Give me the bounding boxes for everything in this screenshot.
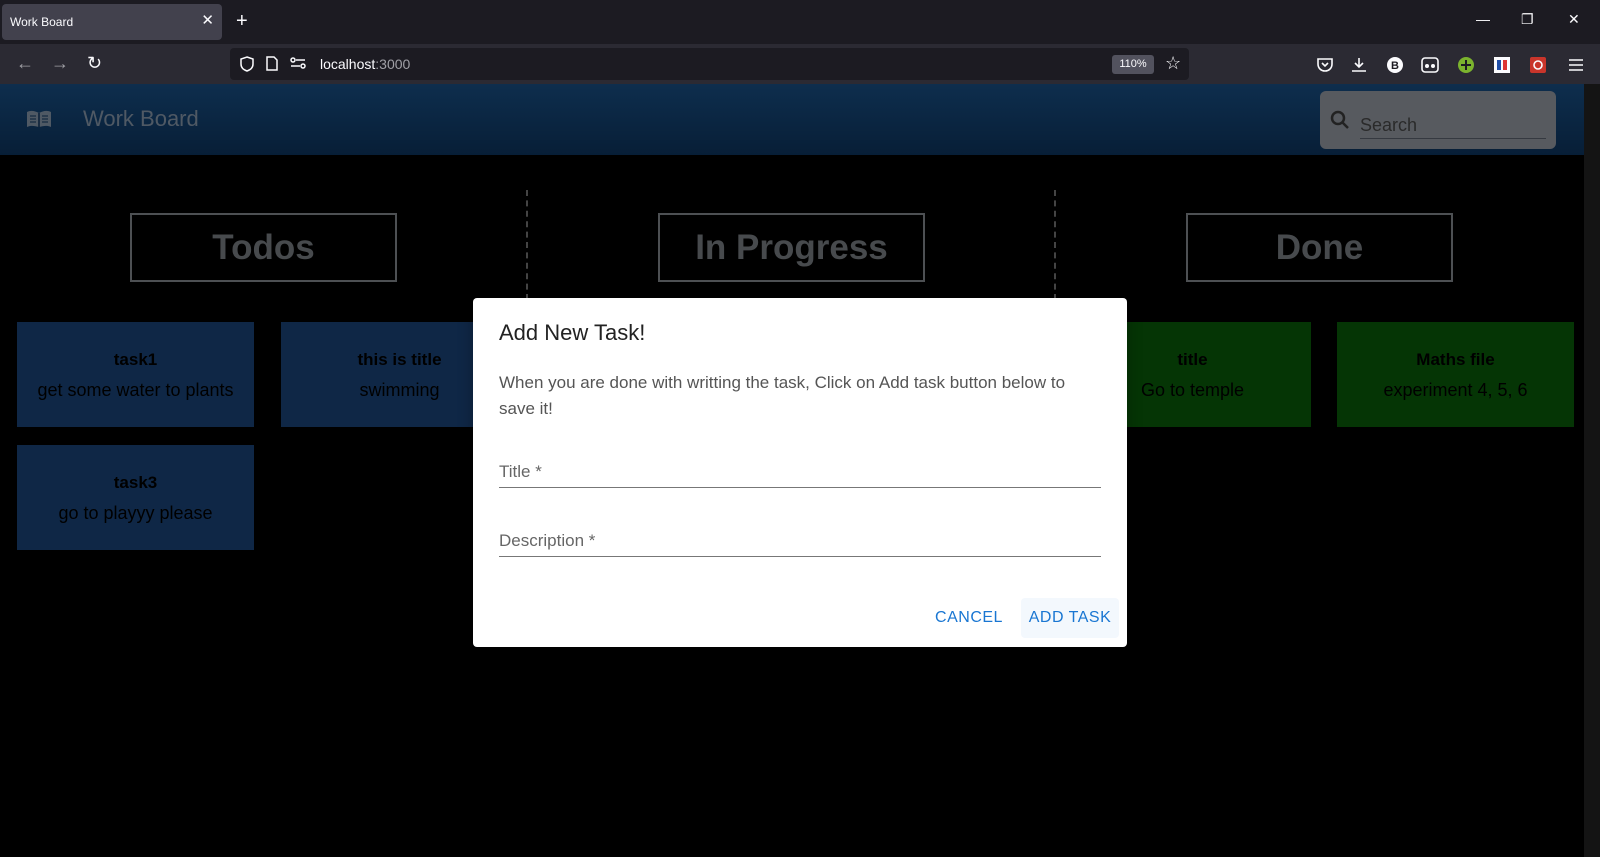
browser-nav-bar: ← → ↻ localhost:3000 110% ☆ B (0, 44, 1600, 84)
dialog-text: When you are done with writting the task… (499, 373, 1066, 418)
forward-icon[interactable]: → (51, 52, 69, 74)
bookmark-star-icon[interactable]: ☆ (1165, 53, 1181, 74)
description-input[interactable] (499, 519, 1101, 556)
page-icon[interactable] (266, 56, 278, 71)
page-scrollbar[interactable] (1584, 84, 1600, 857)
permissions-icon[interactable] (290, 56, 306, 70)
close-window-icon[interactable]: ✕ (1568, 11, 1580, 27)
zoom-level[interactable]: 110% (1112, 55, 1154, 74)
add-extension-icon[interactable] (1457, 56, 1475, 74)
restore-icon[interactable]: ❐ (1521, 11, 1534, 27)
extension-b-icon[interactable]: B (1386, 56, 1404, 74)
add-task-button[interactable]: ADD TASK (1021, 598, 1119, 638)
shield-icon[interactable] (240, 56, 254, 72)
title-field[interactable]: Title * (499, 450, 1101, 488)
menu-icon[interactable] (1567, 56, 1585, 74)
flag-extension-icon[interactable] (1493, 56, 1511, 74)
red-extension-icon[interactable] (1529, 56, 1547, 74)
browser-tab[interactable]: Work Board ✕ (2, 4, 222, 40)
new-tab-icon[interactable]: + (236, 10, 248, 32)
tab-title: Work Board (10, 15, 74, 29)
title-input[interactable] (499, 450, 1101, 487)
reader-extension-icon[interactable] (1421, 56, 1439, 74)
dialog-title: Add New Task! (499, 320, 646, 345)
url-port: :3000 (375, 56, 411, 72)
close-tab-icon[interactable]: ✕ (201, 13, 214, 29)
svg-text:B: B (1391, 60, 1399, 72)
url-host: localhost (320, 56, 376, 72)
description-field[interactable]: Description * (499, 519, 1101, 557)
download-icon[interactable] (1350, 56, 1368, 74)
pocket-icon[interactable] (1316, 56, 1334, 74)
back-icon[interactable]: ← (16, 52, 34, 74)
cancel-button[interactable]: CANCEL (931, 598, 1007, 638)
url-bar[interactable]: localhost:3000 110% ☆ (230, 48, 1189, 80)
url-text[interactable]: localhost:3000 (320, 56, 410, 72)
reload-icon[interactable]: ↻ (87, 52, 102, 74)
browser-tab-bar: Work Board ✕ + — ❐ ✕ (0, 0, 1600, 44)
add-task-dialog: Add New Task! When you are done with wri… (473, 298, 1127, 647)
minimize-icon[interactable]: — (1476, 11, 1490, 27)
